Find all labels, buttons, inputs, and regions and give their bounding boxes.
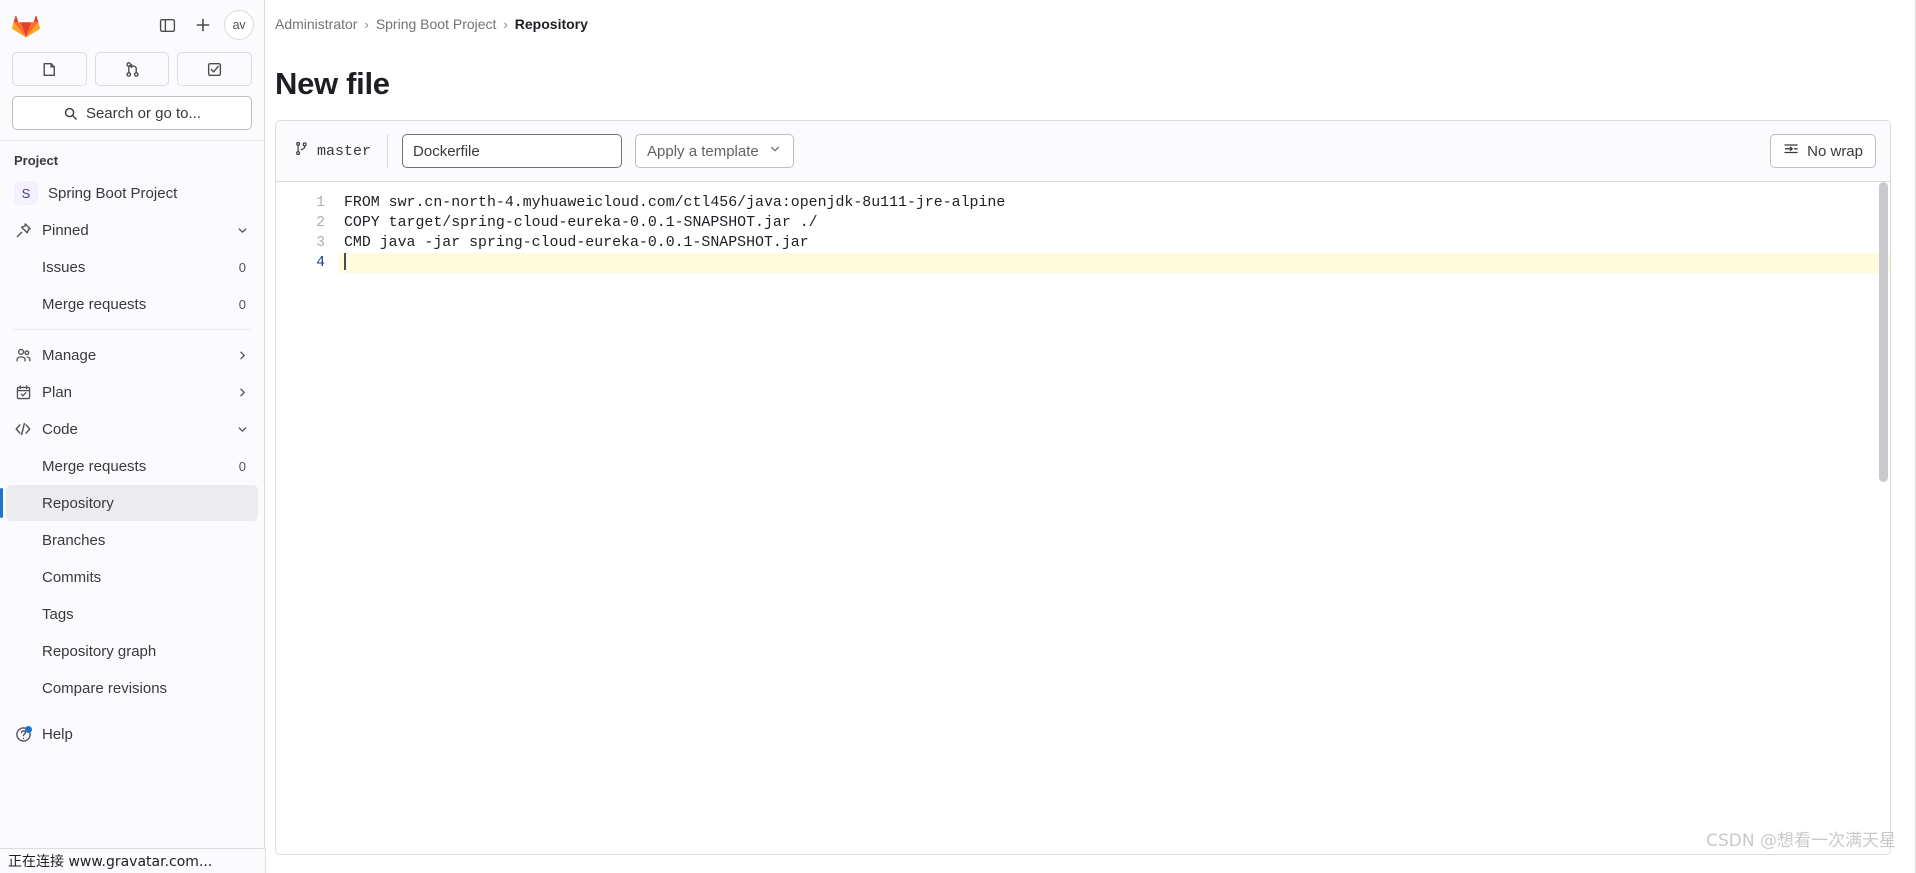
sidebar-item-branches[interactable]: Branches xyxy=(6,522,258,558)
breadcrumb-separator: › xyxy=(364,16,369,32)
create-new-button[interactable] xyxy=(188,10,218,40)
chevron-right-icon[interactable] xyxy=(235,385,250,400)
count-badge: 0 xyxy=(238,296,246,312)
chevron-down-icon xyxy=(768,142,782,160)
sidebar-item-label: Issues xyxy=(42,258,86,276)
search-input[interactable]: Search or go to... xyxy=(12,96,252,130)
search-placeholder: Search or go to... xyxy=(85,104,202,122)
sidebar-item-plan[interactable]: Plan xyxy=(6,374,258,410)
sidebar-item-compare-revisions[interactable]: Compare revisions xyxy=(6,670,258,706)
file-editor-card: master Apply a template xyxy=(275,120,1891,855)
count-badge: 0 xyxy=(238,259,246,275)
sidebar-item-repository[interactable]: Repository xyxy=(0,485,258,521)
breadcrumb-item-administrator[interactable]: Administrator xyxy=(275,16,357,32)
line-number: 2 xyxy=(316,215,325,231)
toggle-sidebar-button[interactable] xyxy=(152,10,182,40)
bottom-spacer xyxy=(265,855,1916,873)
code-editor[interactable]: 1 2 3 4 FROM swr.cn-north-4.myhuaweiclou… xyxy=(276,182,1890,854)
sidebar-item-label: Merge requests xyxy=(42,295,147,313)
sidebar-item-label: Repository xyxy=(42,494,114,512)
breadcrumb-current: Repository xyxy=(514,16,588,32)
sidebar-quick-actions xyxy=(0,48,264,94)
code-line[interactable]: FROM swr.cn-north-4.myhuaweicloud.com/ct… xyxy=(338,193,1890,213)
calendar-icon xyxy=(14,383,32,401)
merge-requests-shortcut[interactable] xyxy=(94,52,170,86)
sidebar-item-code[interactable]: Code xyxy=(6,411,258,447)
sidebar: av Search or go to... Project S Spring B… xyxy=(0,0,265,873)
sidebar-item-project[interactable]: S Spring Boot Project xyxy=(6,175,258,211)
line-number: 3 xyxy=(316,235,325,251)
apply-template-label: Apply a template xyxy=(647,142,759,160)
sidebar-section-title: Project xyxy=(14,153,59,168)
nav-separator xyxy=(12,329,252,330)
text-cursor xyxy=(344,253,346,270)
sidebar-item-label: Merge requests xyxy=(42,457,147,475)
project-avatar: S xyxy=(14,181,38,205)
editor-scrollbar[interactable] xyxy=(1876,182,1890,854)
sidebar-item-pinned-issues[interactable]: Issues 0 xyxy=(6,249,258,285)
apply-template-button[interactable]: Apply a template xyxy=(635,134,794,168)
sidebar-item-tags[interactable]: Tags xyxy=(6,596,258,632)
sidebar-nav: Project S Spring Boot Project Pinned Iss… xyxy=(0,141,264,873)
pin-icon xyxy=(14,221,32,239)
line-number: 1 xyxy=(316,195,325,211)
no-wrap-label: No wrap xyxy=(1807,142,1863,160)
code-icon xyxy=(14,420,32,438)
sidebar-item-label: Commits xyxy=(42,568,102,586)
sidebar-item-label: Repository graph xyxy=(42,642,157,660)
sidebar-item-label: Pinned xyxy=(42,221,89,239)
todos-shortcut[interactable] xyxy=(177,52,253,86)
sidebar-item-repository-graph[interactable]: Repository graph xyxy=(6,633,258,669)
sidebar-item-label: Plan xyxy=(42,383,73,401)
sidebar-item-label: Compare revisions xyxy=(42,679,168,697)
branch-icon xyxy=(294,141,309,161)
code-lines[interactable]: FROM swr.cn-north-4.myhuaweicloud.com/ct… xyxy=(338,182,1890,854)
sidebar-item-label: Help xyxy=(42,725,73,743)
sidebar-item-pinned-merge-requests[interactable]: Merge requests 0 xyxy=(6,286,258,322)
code-line[interactable]: CMD java -jar spring-cloud-eureka-0.0.1-… xyxy=(338,233,1890,253)
issues-shortcut[interactable] xyxy=(12,52,87,86)
chevron-down-icon[interactable] xyxy=(235,422,250,437)
status-bar: 正在连接 www.gravatar.com... xyxy=(0,848,266,873)
branch-indicator: master xyxy=(290,141,387,161)
sidebar-item-label: Branches xyxy=(42,531,106,549)
toolbar-divider xyxy=(387,134,389,168)
code-line[interactable]: COPY target/spring-cloud-eureka-0.0.1-SN… xyxy=(338,213,1890,233)
filename-input[interactable] xyxy=(402,134,623,168)
breadcrumb-separator: › xyxy=(503,16,508,32)
main-content: Administrator › Spring Boot Project › Re… xyxy=(265,0,1916,873)
sidebar-item-pinned[interactable]: Pinned xyxy=(6,212,258,248)
sidebar-item-commits[interactable]: Commits xyxy=(6,559,258,595)
editor-toolbar: master Apply a template xyxy=(276,121,1890,182)
no-wrap-button[interactable]: No wrap xyxy=(1770,134,1876,168)
count-badge: 0 xyxy=(238,458,246,474)
users-icon xyxy=(14,346,32,364)
branch-name: master xyxy=(317,142,372,160)
gitlab-logo[interactable] xyxy=(11,11,41,39)
editor-scrollbar-thumb[interactable] xyxy=(1879,182,1888,482)
sidebar-item-manage[interactable]: Manage xyxy=(6,337,258,373)
help-notification-dot xyxy=(25,726,32,733)
line-number-active: 4 xyxy=(316,255,325,271)
status-bar-text: 正在连接 www.gravatar.com... xyxy=(8,854,213,870)
no-wrap-icon xyxy=(1783,141,1799,161)
sidebar-item-label: Code xyxy=(42,420,78,438)
page-title: New file xyxy=(275,66,390,101)
sidebar-item-label: Tags xyxy=(42,605,74,623)
search-icon xyxy=(64,107,77,120)
sidebar-item-help[interactable]: Help xyxy=(6,716,258,752)
chevron-right-icon[interactable] xyxy=(235,348,250,363)
breadcrumb: Administrator › Spring Boot Project › Re… xyxy=(265,0,1916,48)
chevron-down-icon[interactable] xyxy=(235,223,250,238)
sidebar-item-label: Spring Boot Project xyxy=(48,184,178,202)
avatar[interactable]: av xyxy=(224,10,254,40)
code-line-active[interactable] xyxy=(338,253,1890,273)
breadcrumb-item-project[interactable]: Spring Boot Project xyxy=(376,16,497,32)
question-circle-icon xyxy=(14,725,32,743)
sidebar-item-label: Manage xyxy=(42,346,97,364)
sidebar-item-code-merge-requests[interactable]: Merge requests 0 xyxy=(6,448,258,484)
line-number-gutter: 1 2 3 4 xyxy=(276,182,338,854)
sidebar-header: av xyxy=(0,0,264,48)
app-root: av Search or go to... Project S Spring B… xyxy=(0,0,1916,873)
